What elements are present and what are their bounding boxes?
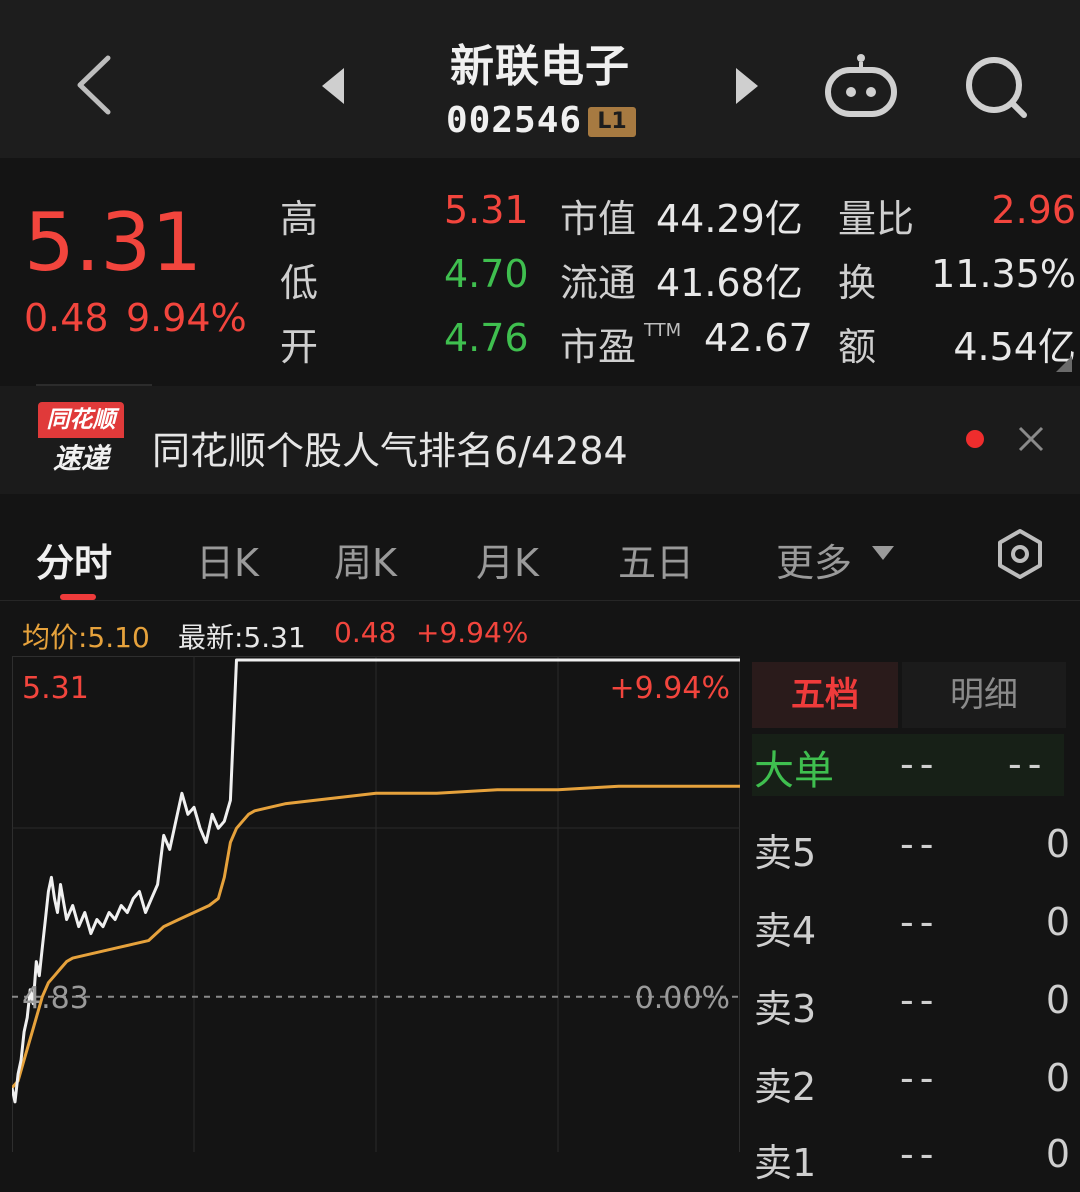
ask-price: -- [900,900,940,944]
high-value: 5.31 [444,188,529,232]
ask-row-4: 卖4 -- 0 [754,900,1070,960]
latest-change: 0.48 [334,616,397,649]
ask-volume: 0 [1045,900,1070,944]
tab-five-day[interactable]: 五日 [618,532,694,587]
ask-row-1: 卖1 -- 0 [754,1132,1070,1192]
ths-badge-bottom: 速递 [52,442,109,475]
news-close-button[interactable] [1016,424,1046,454]
ask-volume: 0 [1045,1132,1070,1176]
ask-label: 卖1 [754,1141,817,1185]
ask-row-3: 卖3 -- 0 [754,978,1070,1038]
pe-label: 市盈 [560,325,637,369]
ask-volume: 0 [1045,978,1070,1022]
price-change-pct: 9.94% [126,296,247,340]
tab-five-levels[interactable]: 五档 [752,662,898,728]
turnover-value: 11.35% [931,252,1076,296]
ask-label: 卖5 [754,831,817,875]
big-order-value: -- [1008,742,1048,786]
active-tab-indicator [60,594,96,600]
ask-label: 卖3 [754,987,817,1031]
ask-volume: 0 [1045,822,1070,866]
hexagon-settings-icon [998,529,1042,579]
y-top-pct-label: +9.94% [610,671,730,706]
ask-label: 卖2 [754,1065,817,1109]
news-text[interactable]: 同花顺个股人气排名6/4284 [152,420,628,475]
tab-weekly-k[interactable]: 周K [334,532,397,587]
price-change: 0.48 [24,296,109,340]
latest-change-pct: +9.94% [416,616,529,649]
triangle-right-icon [736,68,758,104]
float-value: 41.68亿 [656,261,803,305]
robot-icon [825,54,897,117]
pe-ttm-superscript: TTM [644,320,682,341]
caret-down-icon [872,546,894,560]
level-badge: L1 [588,107,636,137]
turnover-label: 换 [838,261,877,305]
tab-more[interactable]: 更多 [776,532,852,587]
search-icon [966,57,1027,118]
amount-label: 额 [838,325,877,369]
close-icon [1018,426,1044,452]
y-base-pct-label: 0.00% [635,981,730,1016]
chevron-left-icon [77,55,111,115]
vol-ratio-value: 2.96 [991,188,1076,232]
robot-assistant-button[interactable] [822,52,900,120]
big-order-label: 大单 [754,748,834,794]
ask-price: -- [900,822,940,866]
low-label: 低 [280,261,319,305]
tab-details[interactable]: 明细 [902,662,1066,728]
back-button[interactable] [70,50,120,120]
next-stock-button[interactable] [732,66,762,106]
low-value: 4.70 [444,252,529,296]
latest-price: 最新:5.31 [178,621,306,654]
tab-intraday[interactable]: 分时 [36,532,112,587]
expand-corner-icon[interactable] [1056,356,1072,372]
vol-ratio-label: 量比 [838,197,915,241]
chart-tabs [0,500,1080,601]
ask-price: -- [900,978,940,1022]
stock-name: 新联电子 [450,41,630,92]
stock-code: 002546 [446,100,583,141]
last-price: 5.31 [24,196,203,289]
tab-daily-k[interactable]: 日K [196,532,259,587]
ask-label: 卖4 [754,909,817,953]
y-base-label: 4.83 [22,981,89,1016]
search-button[interactable] [962,54,1032,120]
avg-price: 均价:5.10 [22,621,150,654]
ths-badge-top: 同花顺 [38,402,124,438]
chart-settings-button[interactable] [994,528,1046,580]
ask-row-5: 卖5 -- 0 [754,822,1070,882]
open-value: 4.76 [444,316,529,360]
high-label: 高 [280,197,319,241]
unread-dot [966,430,984,448]
big-order-mid: -- [900,742,940,786]
tab-monthly-k[interactable]: 月K [476,532,539,587]
ask-price: -- [900,1056,940,1100]
ask-price: -- [900,1132,940,1176]
ths-badge: 同花顺 速递 [38,402,124,478]
y-top-label: 5.31 [22,671,89,706]
ask-row-2: 卖2 -- 0 [754,1056,1070,1116]
intraday-chart[interactable]: 5.31 +9.94% 4.83 0.00% [12,656,740,1152]
float-label: 流通 [560,261,637,305]
ask-volume: 0 [1045,1056,1070,1100]
open-label: 开 [280,325,319,369]
mktcap-value: 44.29亿 [656,197,803,241]
mktcap-label: 市值 [560,197,637,241]
pe-value: 42.67 [704,316,813,360]
